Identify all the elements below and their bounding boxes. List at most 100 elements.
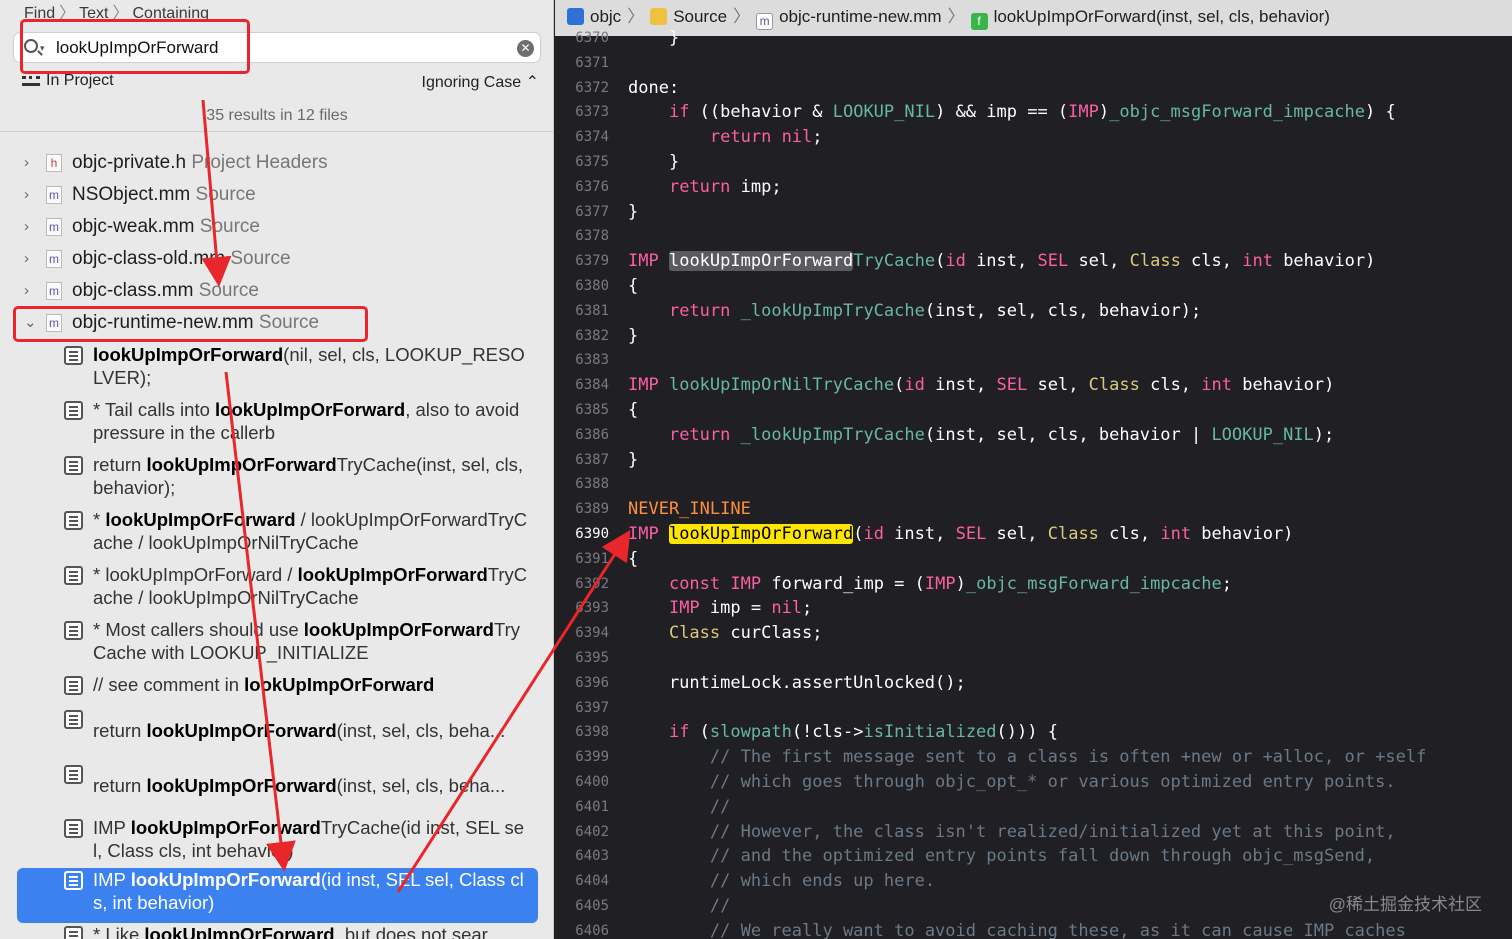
search-result[interactable]: // see comment in lookUpImpOrForward <box>17 673 538 701</box>
code-area[interactable]: 6370 } 6371 6372 done: 6373 if ((behavior & … <box>555 26 1512 939</box>
result-suffix: (inst, sel, cls, beha... <box>336 720 506 741</box>
line-number: 6371 <box>575 54 609 71</box>
clear-search-icon[interactable]: ✕ <box>517 40 534 57</box>
result-suffix: (inst, sel, cls, beha... <box>336 775 506 796</box>
file-type-icon: m <box>46 218 62 236</box>
file-name: objc-private.h <box>72 152 187 173</box>
code-text: // <box>709 796 731 817</box>
code-line[interactable]: 6387} <box>555 448 1512 473</box>
file-row[interactable]: › m objc-weak.mm Source <box>0 212 553 242</box>
code-text: NEVER_INLINE <box>628 499 751 520</box>
code-line[interactable]: 6384 IMP lookUpImpOrNilTryCache(id inst, … <box>555 373 1512 398</box>
code-line[interactable]: 6402 // However, the class isn't realize… <box>555 820 1512 845</box>
code-line[interactable]: 6390 IMP lookUpImpOrForward(id inst, SEL … <box>555 522 1512 547</box>
code-line[interactable]: 6401 // <box>555 795 1512 820</box>
search-result[interactable]: * Most callers should use lookUpImpOrFor… <box>17 618 538 668</box>
code-line[interactable]: 6403 // and the optimized entry points f… <box>555 844 1512 869</box>
code-line[interactable]: 6374 return nil; <box>555 125 1512 150</box>
code-line[interactable]: 6391 { <box>555 547 1512 572</box>
file-row[interactable]: › m objc-class-old.mm Source <box>0 244 553 274</box>
code-text: } <box>628 151 680 172</box>
search-result[interactable]: * Tail calls into lookUpImpOrForward, al… <box>17 398 538 448</box>
jump-folder[interactable]: Source <box>673 7 727 26</box>
folder-icon <box>650 8 668 25</box>
code-line[interactable]: 6382} <box>555 324 1512 349</box>
line-number: 6391 <box>575 550 609 567</box>
line-number: 6378 <box>575 228 609 245</box>
code-text: IMP imp = nil; <box>668 598 813 619</box>
code-line[interactable]: 6376 return imp; <box>555 175 1512 200</box>
result-suffix: , but does not sear... <box>334 924 503 939</box>
line-number: 6390 <box>575 525 609 542</box>
code-line[interactable]: 6399 // The first message sent to a clas… <box>555 745 1512 770</box>
code-line[interactable]: 6406 // We really want to avoid caching … <box>555 919 1512 939</box>
file-row[interactable]: › m objc-class.mm Source <box>0 276 553 306</box>
code-line[interactable]: 6400 // which goes through objc_opt_* or… <box>555 770 1512 795</box>
chevron-right-icon[interactable]: › <box>24 276 38 306</box>
search-result[interactable]: IMP lookUpImpOrForwardTryCache(id inst, … <box>17 816 538 866</box>
code-line[interactable]: 6396 runtimeLock.assertUnlocked(); <box>555 671 1512 696</box>
search-result[interactable]: return lookUpImpOrForward(inst, sel, cls… <box>17 762 538 812</box>
result-line-icon <box>64 621 83 640</box>
source-editor[interactable]: objc 〉 Source 〉 m objc-runtime-new.mm 〉 f lookUp… <box>555 0 1512 939</box>
chevron-right-icon[interactable]: › <box>24 244 38 274</box>
jump-project[interactable]: objc <box>590 7 621 26</box>
code-line[interactable]: 6379 IMP lookUpImpOrForwardTryCache(id in… <box>555 249 1512 274</box>
code-line[interactable]: 6378 <box>555 224 1512 249</box>
search-result[interactable]: return lookUpImpOrForwardTryCache(inst, … <box>17 453 538 503</box>
code-line[interactable]: 6386 return _lookUpImpTryCache(inst, sel… <box>555 423 1512 448</box>
code-line[interactable]: 6383 <box>555 348 1512 373</box>
line-number: 6398 <box>575 724 609 741</box>
line-number: 6402 <box>575 823 609 840</box>
code-line[interactable]: 6380 { <box>555 274 1512 299</box>
code-line[interactable]: 6397 <box>555 696 1512 721</box>
chevron-right-icon[interactable]: › <box>24 148 38 178</box>
file-row[interactable]: › h objc-private.h Project Headers <box>0 148 553 178</box>
code-line[interactable]: 6394 Class curClass; <box>555 621 1512 646</box>
code-line[interactable]: 6388 <box>555 472 1512 497</box>
code-text: runtimeLock.assertUnlocked(); <box>628 672 966 693</box>
result-match: lookUpImpOrForward <box>146 454 337 475</box>
code-line[interactable]: 6389 NEVER_INLINE <box>555 497 1512 522</box>
search-result[interactable]: * Like lookUpImpOrForward, but does not … <box>17 923 538 939</box>
file-row[interactable]: › m NSObject.mm Source <box>0 180 553 210</box>
line-number: 6392 <box>575 575 609 592</box>
line-number: 6406 <box>575 922 609 939</box>
file-type-icon: m <box>46 282 62 300</box>
code-line[interactable]: 6372 done: <box>555 76 1512 101</box>
scope-selector[interactable]: In Project <box>22 72 114 90</box>
code-line[interactable]: 6398 if (slowpath(!cls->isInitialized())… <box>555 720 1512 745</box>
result-line-icon <box>64 676 83 695</box>
jump-function[interactable]: lookUpImpOrForward(inst, sel, cls, behav… <box>994 7 1330 26</box>
code-line[interactable]: 6377} <box>555 200 1512 225</box>
watermark: @稀土掘金技术社区 <box>1328 895 1482 914</box>
code-line[interactable]: 6392 const IMP forward_imp = (IMP)_objc_… <box>555 572 1512 597</box>
search-result[interactable]: * lookUpImpOrForward / lookUpImpOrForwar… <box>17 508 538 558</box>
case-sensitivity-popup[interactable]: Ignoring Case ⌃ <box>422 72 539 92</box>
jump-file[interactable]: objc-runtime-new.mm <box>779 7 942 26</box>
search-result[interactable]: * lookUpImpOrForward / lookUpImpOrForwar… <box>17 563 538 613</box>
search-result[interactable]: lookUpImpOrForward(nil, sel, cls, LOOKUP… <box>17 343 538 393</box>
result-prefix: * Tail calls into <box>93 399 216 420</box>
code-text: if (slowpath(!cls->isInitialized())) { <box>668 722 1058 743</box>
code-line[interactable]: 6371 <box>555 51 1512 76</box>
line-number: 6401 <box>575 798 609 815</box>
code-line[interactable]: 6393 IMP imp = nil; <box>555 596 1512 621</box>
chevron-right-icon[interactable]: › <box>24 212 38 242</box>
code-line[interactable]: 6385 { <box>555 398 1512 423</box>
code-text: return _lookUpImpTryCache(inst, sel, cls… <box>668 300 1202 321</box>
line-number: 6382 <box>575 327 609 344</box>
file-location: Source <box>198 280 259 301</box>
code-line[interactable]: 6370 } <box>555 26 1512 51</box>
scope-icon <box>22 75 40 86</box>
code-line[interactable]: 6373 if ((behavior & LOOKUP_NIL) && imp … <box>555 100 1512 125</box>
search-result[interactable]: return lookUpImpOrForward(inst, sel, cls… <box>17 707 538 757</box>
search-result[interactable]: IMP lookUpImpOrForward(id inst, SEL sel,… <box>17 868 538 923</box>
code-line[interactable]: 6395 <box>555 646 1512 671</box>
code-text: IMP lookUpImpOrForward(id inst, SEL sel,… <box>628 523 1294 544</box>
code-line[interactable]: 6375 } <box>555 150 1512 175</box>
result-prefix: return <box>93 720 147 741</box>
chevron-right-icon[interactable]: › <box>24 180 38 210</box>
code-line[interactable]: 6381 return _lookUpImpTryCache(inst, sel… <box>555 299 1512 324</box>
file-name: objc-class-old.mm <box>72 248 226 269</box>
